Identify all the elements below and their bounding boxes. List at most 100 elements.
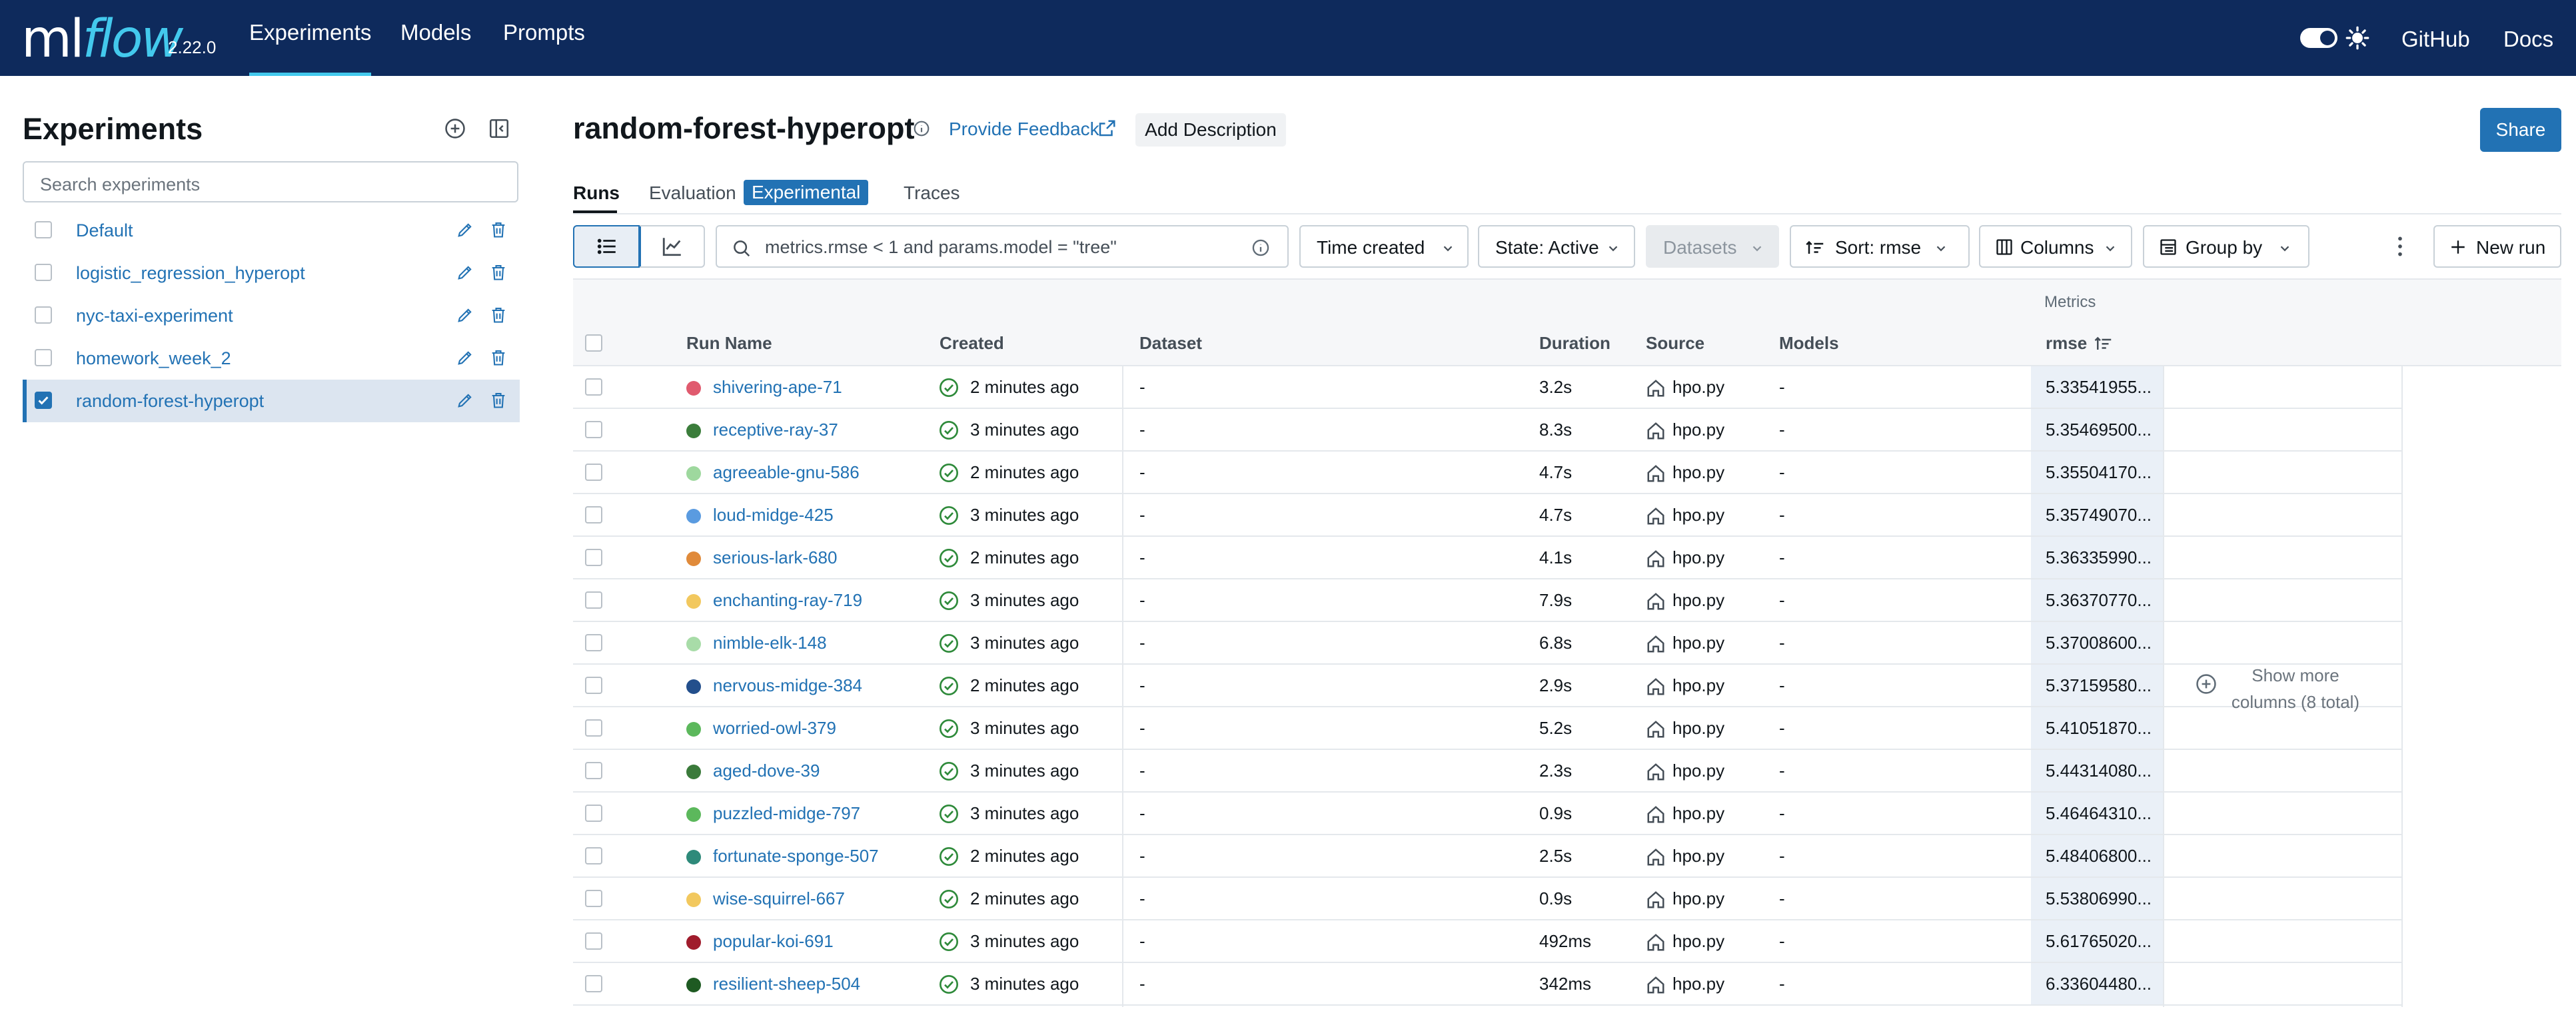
- row-checkbox[interactable]: [585, 890, 602, 907]
- new-run-button[interactable]: New run: [2433, 225, 2561, 268]
- run-color-dot[interactable]: [686, 637, 701, 651]
- table-row[interactable]: resilient-sheep-504 3 minutes ago - 342ms hp…: [573, 963, 2401, 1006]
- info-icon[interactable]: [913, 120, 930, 137]
- table-row[interactable]: fortunate-sponge-507 2 minutes ago - 2.5s hp…: [573, 835, 2401, 878]
- table-row[interactable]: receptive-ray-37 3 minutes ago - 8.3s hpo.py…: [573, 409, 2401, 452]
- edit-icon[interactable]: [456, 263, 474, 282]
- row-checkbox[interactable]: [585, 677, 602, 694]
- table-row[interactable]: loud-midge-425 3 minutes ago - 4.7s hpo.py - 5…: [573, 494, 2401, 537]
- experiment-name[interactable]: random-forest-hyperopt: [76, 391, 264, 412]
- collapse-sidebar-icon[interactable]: [488, 117, 510, 140]
- column-header-source[interactable]: Source: [1646, 333, 1704, 354]
- run-name-link[interactable]: serious-lark-680: [713, 547, 837, 568]
- delete-icon[interactable]: [489, 220, 508, 239]
- experiment-checkbox[interactable]: [35, 306, 52, 324]
- experiment-name[interactable]: homework_week_2: [76, 348, 231, 369]
- experiment-item-nyc-taxi[interactable]: nyc-taxi-experiment: [23, 294, 520, 337]
- run-name-link[interactable]: puzzled-midge-797: [713, 803, 860, 824]
- run-name-link[interactable]: shivering-ape-71: [713, 377, 842, 398]
- edit-icon[interactable]: [456, 391, 474, 410]
- run-name-link[interactable]: receptive-ray-37: [713, 420, 838, 440]
- group-by-dropdown[interactable]: Group by: [2143, 225, 2309, 268]
- delete-icon[interactable]: [489, 306, 508, 324]
- row-checkbox[interactable]: [585, 975, 602, 992]
- run-color-dot[interactable]: [686, 765, 701, 779]
- experiment-item-default[interactable]: Default: [23, 209, 520, 252]
- source-link[interactable]: hpo.py: [1672, 888, 1724, 909]
- nav-tab-models[interactable]: Models: [400, 20, 471, 76]
- run-color-dot[interactable]: [686, 466, 701, 481]
- run-color-dot[interactable]: [686, 679, 701, 694]
- time-created-dropdown[interactable]: Time created: [1299, 225, 1469, 268]
- experiment-item-random-forest[interactable]: random-forest-hyperopt: [23, 380, 520, 422]
- experiment-checkbox[interactable]: [35, 221, 52, 238]
- delete-icon[interactable]: [489, 263, 508, 282]
- tab-runs[interactable]: Runs: [573, 182, 620, 204]
- run-color-dot[interactable]: [686, 381, 701, 396]
- source-link[interactable]: hpo.py: [1672, 547, 1724, 568]
- edit-icon[interactable]: [456, 306, 474, 324]
- source-link[interactable]: hpo.py: [1672, 718, 1724, 739]
- run-name-link[interactable]: nervous-midge-384: [713, 675, 862, 696]
- run-color-dot[interactable]: [686, 892, 701, 907]
- sort-dropdown[interactable]: Sort: rmse: [1790, 225, 1970, 268]
- run-color-dot[interactable]: [686, 594, 701, 609]
- edit-icon[interactable]: [456, 220, 474, 239]
- column-header-duration[interactable]: Duration: [1539, 333, 1610, 354]
- sort-descending-icon[interactable]: [2094, 333, 2114, 353]
- run-name-link[interactable]: enchanting-ray-719: [713, 590, 862, 611]
- row-checkbox[interactable]: [585, 464, 602, 481]
- run-color-dot[interactable]: [686, 509, 701, 523]
- run-color-dot[interactable]: [686, 935, 701, 950]
- table-row[interactable]: shivering-ape-71 2 minutes ago - 3.2s hpo.py…: [573, 366, 2401, 409]
- github-link[interactable]: GitHub: [2401, 27, 2470, 52]
- column-header-dataset[interactable]: Dataset: [1139, 333, 1202, 354]
- experiment-name[interactable]: Default: [76, 220, 133, 241]
- column-header-models[interactable]: Models: [1779, 333, 1839, 354]
- run-color-dot[interactable]: [686, 551, 701, 566]
- source-link[interactable]: hpo.py: [1672, 377, 1724, 398]
- select-all-checkbox[interactable]: [585, 334, 602, 352]
- edit-icon[interactable]: [456, 348, 474, 367]
- row-checkbox[interactable]: [585, 549, 602, 566]
- row-checkbox[interactable]: [585, 762, 602, 779]
- table-row[interactable]: nimble-elk-148 3 minutes ago - 6.8s hpo.py - 5…: [573, 622, 2401, 665]
- add-column-icon[interactable]: [2195, 673, 2218, 695]
- state-filter-dropdown[interactable]: State: Active: [1478, 225, 1635, 268]
- source-link[interactable]: hpo.py: [1672, 675, 1724, 696]
- table-row[interactable]: agreeable-gnu-586 2 minutes ago - 4.7s hpo.p…: [573, 452, 2401, 494]
- dark-mode-toggle[interactable]: [2300, 28, 2337, 48]
- table-view-button[interactable]: [573, 225, 641, 268]
- run-name-link[interactable]: fortunate-sponge-507: [713, 846, 879, 866]
- experiment-name[interactable]: nyc-taxi-experiment: [76, 306, 233, 326]
- experiment-item-logistic[interactable]: logistic_regression_hyperopt: [23, 252, 520, 294]
- delete-icon[interactable]: [489, 348, 508, 367]
- mlflow-logo[interactable]: ml flow: [21, 5, 183, 65]
- experiment-checkbox-checked[interactable]: [35, 392, 52, 409]
- search-info-icon[interactable]: [1251, 238, 1270, 257]
- experiment-search-input[interactable]: Search experiments: [23, 161, 518, 202]
- experiment-name[interactable]: logistic_regression_hyperopt: [76, 263, 305, 284]
- tab-evaluation[interactable]: Evaluation: [649, 182, 736, 204]
- source-link[interactable]: hpo.py: [1672, 633, 1724, 653]
- columns-dropdown[interactable]: Columns: [1979, 225, 2132, 268]
- row-checkbox[interactable]: [585, 421, 602, 438]
- nav-tab-experiments[interactable]: Experiments: [249, 20, 372, 76]
- row-checkbox[interactable]: [585, 932, 602, 950]
- table-row[interactable]: puzzled-midge-797 3 minutes ago - 0.9s hpo.p…: [573, 793, 2401, 835]
- more-options-icon[interactable]: [2387, 233, 2413, 260]
- column-header-created[interactable]: Created: [940, 333, 1004, 354]
- chart-view-button[interactable]: [641, 226, 704, 266]
- column-header-run-name[interactable]: Run Name: [686, 333, 772, 354]
- row-checkbox[interactable]: [585, 719, 602, 737]
- docs-link[interactable]: Docs: [2503, 27, 2553, 52]
- run-name-link[interactable]: popular-koi-691: [713, 931, 834, 952]
- source-link[interactable]: hpo.py: [1672, 590, 1724, 611]
- provide-feedback-link[interactable]: Provide Feedback: [949, 119, 1099, 140]
- add-description-button[interactable]: Add Description: [1135, 113, 1286, 147]
- table-row[interactable]: nervous-midge-384 2 minutes ago - 2.9s hpo.p…: [573, 665, 2401, 707]
- run-name-link[interactable]: resilient-sheep-504: [713, 974, 860, 994]
- row-checkbox[interactable]: [585, 506, 602, 523]
- run-name-link[interactable]: worried-owl-379: [713, 718, 836, 739]
- run-color-dot[interactable]: [686, 850, 701, 864]
